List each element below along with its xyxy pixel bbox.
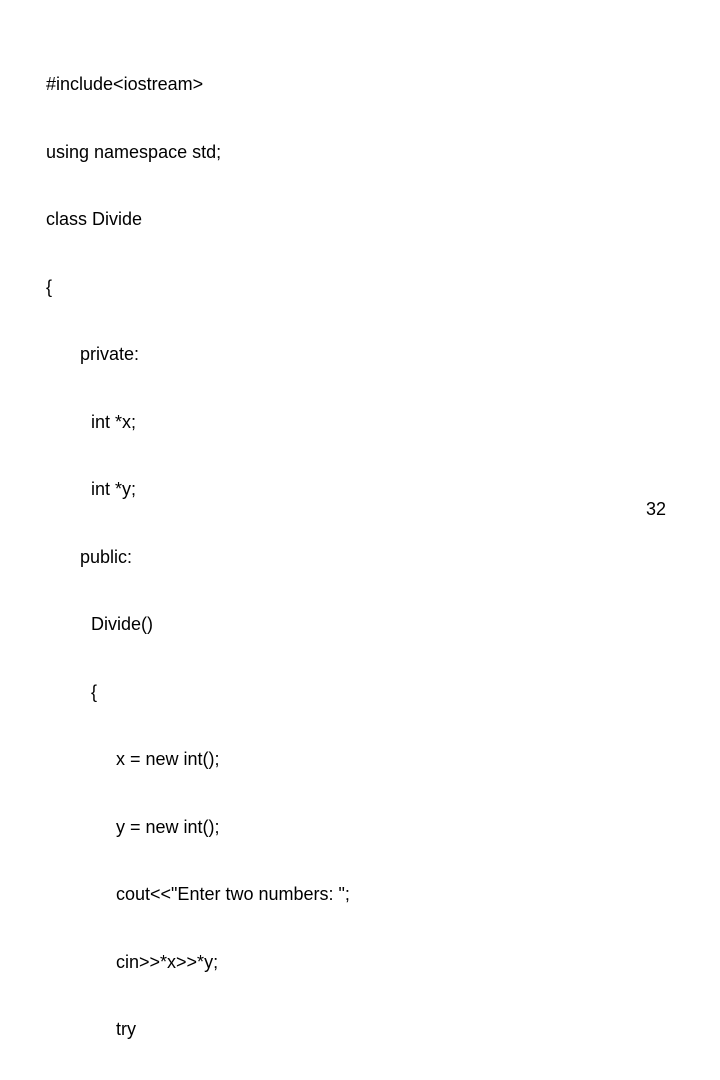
- code-line: #include<iostream>: [46, 73, 350, 96]
- code-line: {: [46, 681, 350, 704]
- code-line: int *y;: [46, 478, 350, 501]
- code-line: {: [46, 276, 350, 299]
- code-line: class Divide: [46, 208, 350, 231]
- slide-content: #include<iostream> using namespace std; …: [0, 0, 720, 540]
- code-line: y = new int();: [46, 816, 350, 839]
- page-number: 32: [646, 499, 666, 520]
- code-line: private:: [46, 343, 350, 366]
- code-line: using namespace std;: [46, 141, 350, 164]
- code-line: Divide(): [46, 613, 350, 636]
- code-line: int *x;: [46, 411, 350, 434]
- code-line: cout<<"Enter two numbers: ";: [46, 883, 350, 906]
- code-line: x = new int();: [46, 748, 350, 771]
- code-line: cin>>*x>>*y;: [46, 951, 350, 974]
- code-line: try: [46, 1018, 350, 1041]
- code-line: public:: [46, 546, 350, 569]
- code-block: #include<iostream> using namespace std; …: [46, 28, 350, 1080]
